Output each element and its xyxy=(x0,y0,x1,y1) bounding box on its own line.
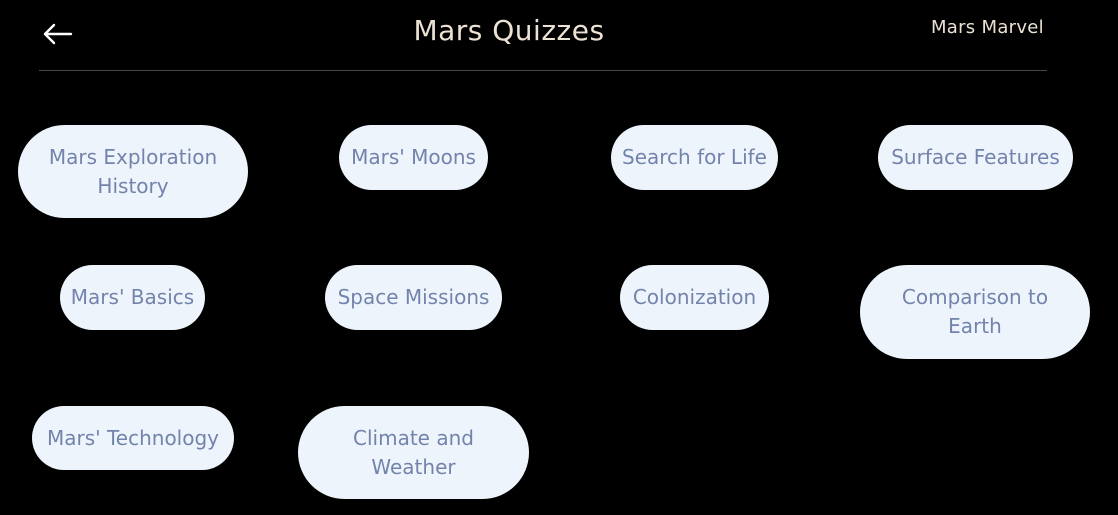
quiz-button-comparison-to-earth[interactable]: Comparison to Earth xyxy=(860,265,1090,359)
brand-name: Mars Marvel xyxy=(930,17,1044,38)
quiz-button-label: Search for Life xyxy=(622,145,767,169)
quiz-button-label: Colonization xyxy=(632,285,757,309)
quiz-button-label: Mars' Basics xyxy=(70,285,195,309)
header-divider xyxy=(39,70,1047,71)
quiz-button-label: Space Missions xyxy=(337,285,490,309)
quiz-button-space-missions[interactable]: Space Missions xyxy=(325,265,502,330)
quiz-button-colonization[interactable]: Colonization xyxy=(620,265,769,330)
page-title: Mars Quizzes xyxy=(413,14,605,47)
quiz-button-label: Mars Exploration History xyxy=(48,144,218,198)
quiz-button-search-for-life[interactable]: Search for Life xyxy=(611,125,778,190)
quiz-button-mars-moons[interactable]: Mars' Moons xyxy=(339,125,488,190)
quiz-button-label: Comparison to Earth xyxy=(901,285,1049,338)
quiz-button-mars-exploration-history[interactable]: Mars Exploration History xyxy=(18,125,248,218)
quiz-button-mars-technology[interactable]: Mars' Technology xyxy=(32,406,234,470)
quiz-button-label: Mars' Moons xyxy=(351,145,476,169)
quiz-button-mars-basics[interactable]: Mars' Basics xyxy=(60,265,205,330)
quiz-button-surface-features[interactable]: Surface Features xyxy=(878,125,1073,190)
quiz-button-climate-and-weather[interactable]: Climate and Weather xyxy=(298,406,529,499)
header: Mars Quizzes Mars Marvel xyxy=(0,0,1118,72)
quiz-button-label: Climate and Weather xyxy=(353,425,474,479)
quiz-button-label: Mars' Technology xyxy=(46,425,220,450)
quiz-button-label: Surface Features xyxy=(891,145,1060,169)
